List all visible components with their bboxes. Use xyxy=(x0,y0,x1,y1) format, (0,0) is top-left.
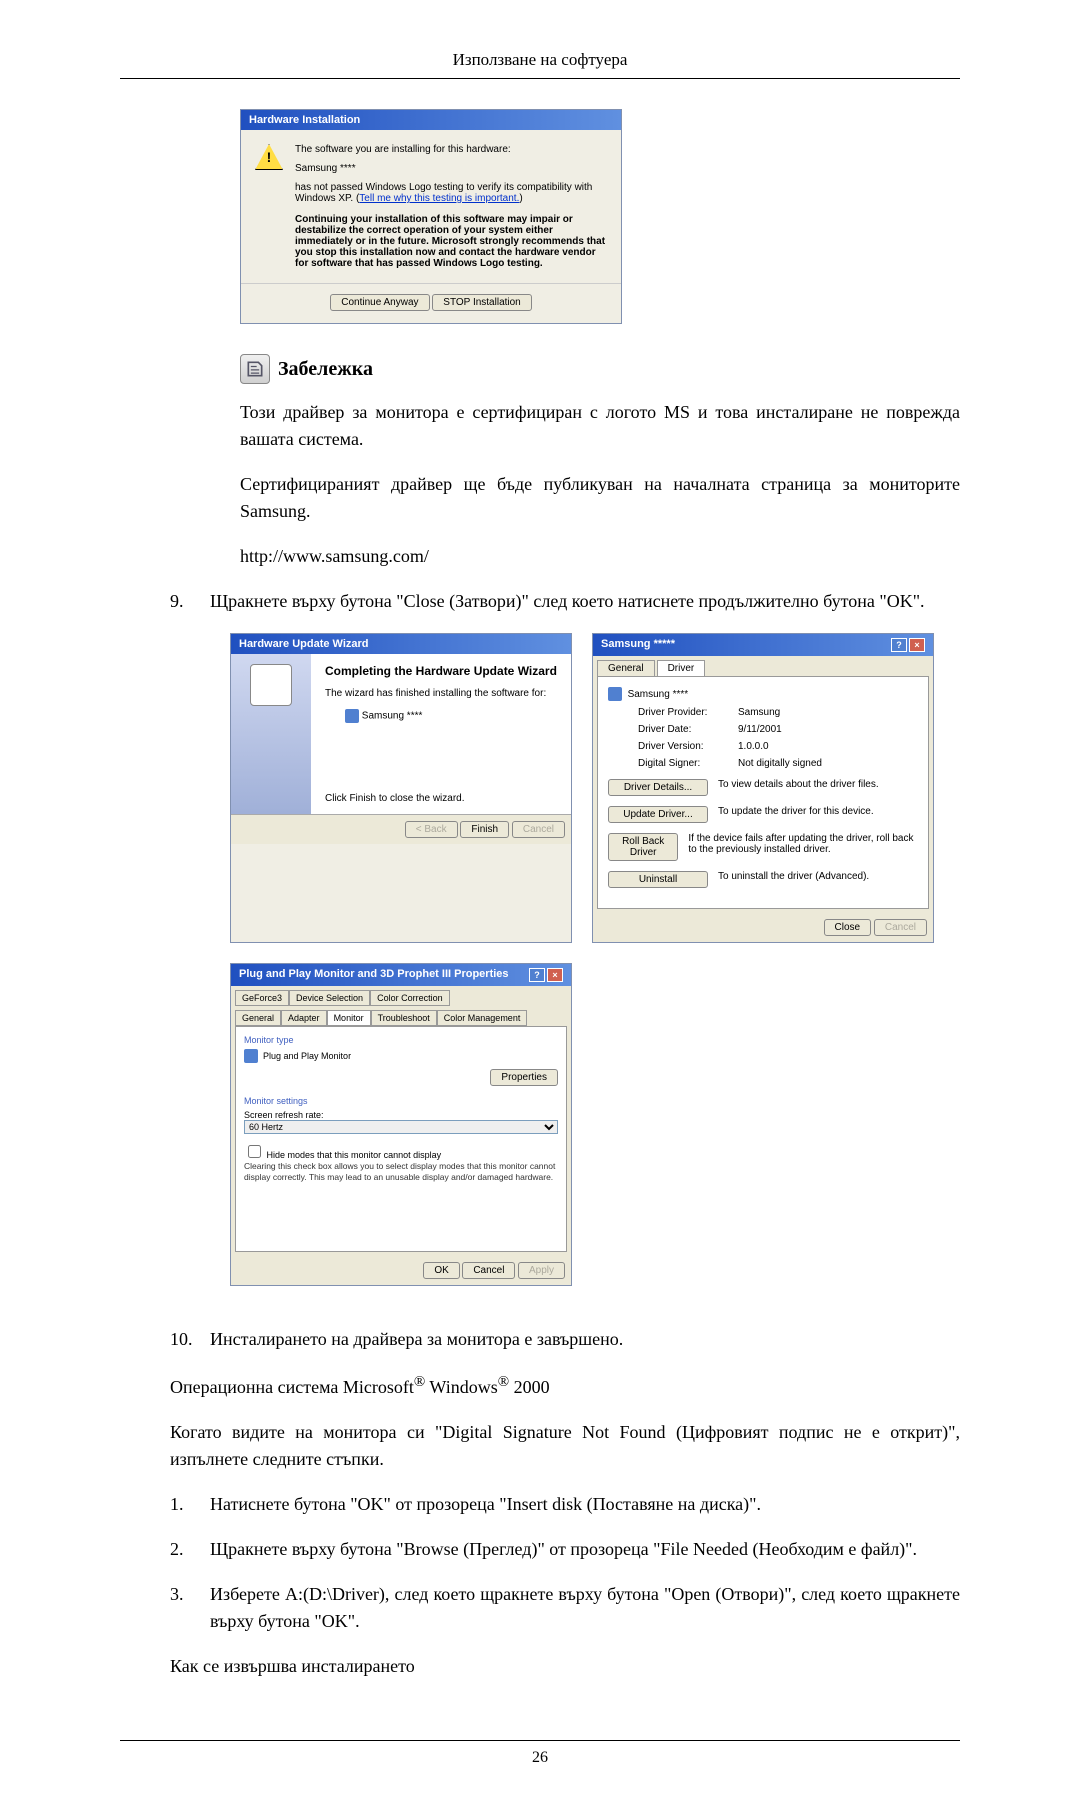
dialog-title: Hardware Update Wizard xyxy=(231,634,571,654)
step-10: 10. Инсталирането на драйвера за монитор… xyxy=(170,1326,960,1353)
monitor-icon xyxy=(345,709,359,723)
help-icon[interactable]: ? xyxy=(891,638,907,652)
cancel-button: Cancel xyxy=(512,821,565,838)
help-icon[interactable]: ? xyxy=(529,968,545,982)
driver-properties-dialog: Samsung ***** ?× General Driver Samsung … xyxy=(592,633,934,943)
tab-driver[interactable]: Driver xyxy=(657,660,706,676)
apply-button: Apply xyxy=(518,1262,565,1279)
hw-text-line1: The software you are installing for this… xyxy=(295,144,607,155)
tab-color-correction[interactable]: Color Correction xyxy=(370,990,450,1006)
tab-monitor[interactable]: Monitor xyxy=(327,1010,371,1026)
monitor-settings-label: Monitor settings xyxy=(244,1096,558,1106)
hw-text-line2: has not passed Windows Logo testing to v… xyxy=(295,182,607,204)
note-icon xyxy=(240,354,270,384)
monitor-properties-dialog: Plug and Play Monitor and 3D Prophet III… xyxy=(230,963,572,1286)
dialog-title: Hardware Installation xyxy=(241,110,621,130)
digital-signature-paragraph: Когато видите на монитора си "Digital Si… xyxy=(170,1419,960,1473)
tab-device-selection[interactable]: Device Selection xyxy=(289,990,370,1006)
tab-troubleshoot[interactable]: Troubleshoot xyxy=(371,1010,437,1026)
hide-modes-desc: Clearing this check box allows you to se… xyxy=(244,1161,558,1183)
tab-adapter[interactable]: Adapter xyxy=(281,1010,327,1026)
back-button: < Back xyxy=(405,821,458,838)
wizard-line: The wizard has finished installing the s… xyxy=(325,688,557,699)
note-title: Забележка xyxy=(278,358,373,381)
properties-button[interactable]: Properties xyxy=(490,1069,558,1086)
wizard-heading: Completing the Hardware Update Wizard xyxy=(325,664,557,678)
substep-2: 2. Щракнете върху бутона "Browse (Прегле… xyxy=(170,1536,960,1563)
install-how-heading: Как се извършва инсталирането xyxy=(170,1653,960,1680)
substep-1: 1. Натиснете бутона "OK" от прозореца "I… xyxy=(170,1491,960,1518)
close-icon[interactable]: × xyxy=(909,638,925,652)
monitor-type-label: Monitor type xyxy=(244,1035,558,1045)
substep-3: 3. Изберете A:(D:\Driver), след което щр… xyxy=(170,1581,960,1635)
monitor-icon xyxy=(244,1049,258,1063)
tab-general[interactable]: General xyxy=(597,660,655,676)
note-url: http://www.samsung.com/ xyxy=(240,543,960,570)
hw-device: Samsung **** xyxy=(295,163,607,174)
tell-me-why-link[interactable]: Tell me why this testing is important. xyxy=(359,193,519,204)
page-header: Използване на софтуера xyxy=(120,50,960,79)
cancel-button[interactable]: Cancel xyxy=(462,1262,515,1279)
warning-icon: ! xyxy=(255,144,287,269)
tab-general[interactable]: General xyxy=(235,1010,281,1026)
close-button[interactable]: Close xyxy=(824,919,872,936)
refresh-rate-label: Screen refresh rate: xyxy=(244,1110,558,1120)
dialog-title: Plug and Play Monitor and 3D Prophet III… xyxy=(239,968,509,982)
os-line: Операционна система Microsoft® Windows® … xyxy=(170,1371,960,1401)
hardware-update-wizard-dialog: Hardware Update Wizard Completing the Ha… xyxy=(230,633,572,943)
hardware-installation-dialog: Hardware Installation ! The software you… xyxy=(240,109,622,324)
tab-geforce[interactable]: GeForce3 xyxy=(235,990,289,1006)
monitor-icon xyxy=(608,687,622,701)
step-9: 9. Щракнете върху бутона "Close (Затвори… xyxy=(170,588,960,615)
tab-color-management[interactable]: Color Management xyxy=(437,1010,528,1026)
continue-anyway-button[interactable]: Continue Anyway xyxy=(330,294,429,311)
uninstall-button[interactable]: Uninstall xyxy=(608,871,708,888)
note-paragraph-1: Този драйвер за монитора е сертифициран … xyxy=(240,399,960,453)
wizard-hint: Click Finish to close the wizard. xyxy=(325,793,557,804)
hw-warning-bold: Continuing your installation of this sof… xyxy=(295,214,607,269)
finish-button[interactable]: Finish xyxy=(460,821,509,838)
dialog-title: Samsung ***** xyxy=(601,638,675,652)
ok-button[interactable]: OK xyxy=(423,1262,459,1279)
page-number: 26 xyxy=(120,1740,960,1767)
note-paragraph-2: Сертифицираният драйвер ще бъде публикув… xyxy=(240,471,960,525)
rollback-driver-button[interactable]: Roll Back Driver xyxy=(608,833,678,861)
driver-details-button[interactable]: Driver Details... xyxy=(608,779,708,796)
stop-installation-button[interactable]: STOP Installation xyxy=(432,294,531,311)
refresh-rate-select[interactable]: 60 Hertz xyxy=(244,1120,558,1134)
wizard-icon xyxy=(250,664,292,706)
close-icon[interactable]: × xyxy=(547,968,563,982)
cancel-button: Cancel xyxy=(874,919,927,936)
hide-modes-checkbox[interactable] xyxy=(248,1145,261,1158)
update-driver-button[interactable]: Update Driver... xyxy=(608,806,708,823)
